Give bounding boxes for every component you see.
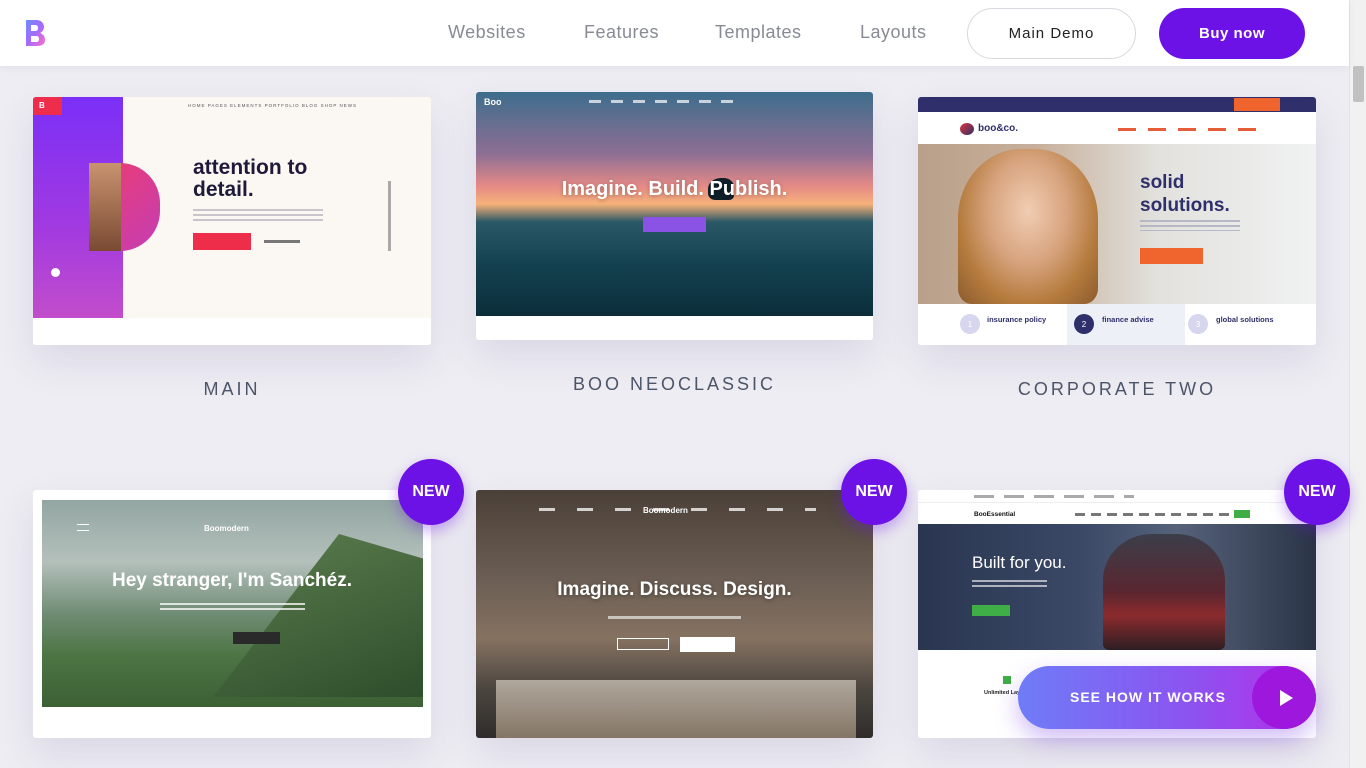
preview-corner-badge: B [33, 97, 62, 115]
preview-title: Built for you. [972, 553, 1067, 572]
preview-button [680, 637, 735, 652]
preview-table [496, 680, 856, 738]
preview-heading-line2: solutions. [1140, 195, 1230, 216]
preview-link [264, 240, 300, 243]
preview-nav [589, 100, 739, 103]
preview-bottom-strip [33, 318, 431, 345]
preview-brand: BooEssential [974, 511, 1016, 518]
preview-feature-number: 3 [1188, 314, 1208, 334]
card-label-main[interactable]: MAIN [33, 379, 431, 400]
preview-brand: boo&co. [978, 123, 1018, 134]
preview-topbar-button [1234, 98, 1280, 111]
play-triangle [1279, 689, 1293, 706]
nav-layouts[interactable]: Layouts [860, 22, 927, 43]
preview-feature-label: finance advise [1102, 315, 1154, 324]
preview-button [617, 638, 669, 650]
play-icon[interactable] [1252, 666, 1316, 729]
nav-templates[interactable]: Templates [715, 22, 802, 43]
preview-button [1140, 248, 1203, 264]
preview-nav [1118, 128, 1258, 131]
preview-heading-line1: solid [1140, 172, 1185, 193]
layout-icon [1003, 676, 1011, 684]
preview-title: Imagine. Discuss. Design. [557, 579, 792, 600]
site-header: Websites Features Templates Layouts Main… [0, 0, 1349, 66]
preview-nav [1075, 513, 1235, 516]
preview-text-lines [193, 209, 323, 223]
preview-subtitle [608, 616, 741, 619]
see-how-it-works-button[interactable]: SEE HOW IT WORKS [1018, 666, 1316, 729]
preview-subtitle [160, 603, 305, 612]
new-badge: NEW [398, 459, 464, 525]
nav-websites[interactable]: Websites [448, 22, 526, 43]
preview-vertical-text [388, 181, 391, 251]
menu-icon [77, 524, 89, 531]
preview-person [1103, 534, 1225, 650]
preview-button [193, 233, 251, 250]
preview-logo: Boo [484, 97, 502, 107]
scrollbar-thumb[interactable] [1353, 66, 1364, 102]
preview-feature-1: 1 insurance policy [918, 304, 1051, 345]
see-how-it-works-label: SEE HOW IT WORKS [1070, 689, 1226, 705]
preview-logo: Boomodern [643, 506, 688, 515]
nav-features[interactable]: Features [584, 22, 659, 43]
preview-title: attention to detail. [193, 157, 307, 201]
preview-nav-button [1234, 510, 1250, 518]
preview-feature-2: 2 finance advise [1067, 304, 1185, 345]
demo-card-boomodern-agency[interactable]: Boomodern Imagine. Discuss. Design. [476, 490, 873, 738]
card-label-corporate-two[interactable]: CORPORATE TWO [918, 379, 1316, 400]
preview-button [643, 217, 706, 232]
new-badge: NEW [1284, 459, 1350, 525]
new-badge: NEW [841, 459, 907, 525]
preview-dot [51, 268, 60, 277]
card-label-boo-neoclassic[interactable]: BOO NEOCLASSIC [476, 374, 873, 395]
preview-nav: HOME PAGES ELEMENTS PORTFOLIO BLOG SHOP … [188, 103, 358, 108]
preview-brand-icon [960, 123, 974, 135]
preview-title-line2: detail. [193, 178, 254, 201]
preview-heading: solid solutions. [1140, 171, 1230, 217]
logo-icon[interactable] [24, 18, 46, 48]
page-scrollbar[interactable] [1349, 0, 1366, 768]
preview-logo: Boomodern [204, 524, 249, 533]
preview-feature-label: global solutions [1216, 315, 1274, 324]
preview-subtitle [972, 580, 1047, 588]
preview-topbar-text [974, 495, 1134, 498]
preview-feature-3: 3 global solutions [1185, 304, 1316, 345]
preview-photo [89, 163, 121, 251]
preview-portrait [958, 149, 1098, 304]
preview-text-lines [1140, 220, 1240, 231]
demo-card-boomodern-portfolio[interactable]: Boomodern Hey stranger, I'm Sanchéz. [33, 490, 431, 738]
preview-button [233, 632, 280, 644]
demo-card-boo-neoclassic[interactable]: Boo Imagine. Build. Publish. [476, 92, 873, 340]
preview-title: Imagine. Build. Publish. [561, 178, 788, 200]
preview-bottom-strip [476, 316, 873, 340]
preview-feature-number: 1 [960, 314, 980, 334]
preview-title: Hey stranger, I'm Sanchéz. [111, 570, 352, 591]
preview-feature-label: Unlimited Lay [984, 690, 1021, 696]
preview-title-line1: attention to [193, 156, 308, 179]
preview-feature-number: 2 [1074, 314, 1094, 334]
demo-card-main[interactable]: B HOME PAGES ELEMENTS PORTFOLIO BLOG SHO… [33, 97, 431, 345]
demo-preview-boo-neoclassic [476, 92, 873, 316]
preview-feature-label: insurance policy [987, 315, 1047, 324]
main-demo-button[interactable]: Main Demo [967, 8, 1136, 59]
buy-now-button[interactable]: Buy now [1159, 8, 1305, 59]
demo-card-corporate-two[interactable]: boo&co. solid solutions. 1 insurance pol… [918, 97, 1316, 345]
preview-button [972, 605, 1010, 616]
